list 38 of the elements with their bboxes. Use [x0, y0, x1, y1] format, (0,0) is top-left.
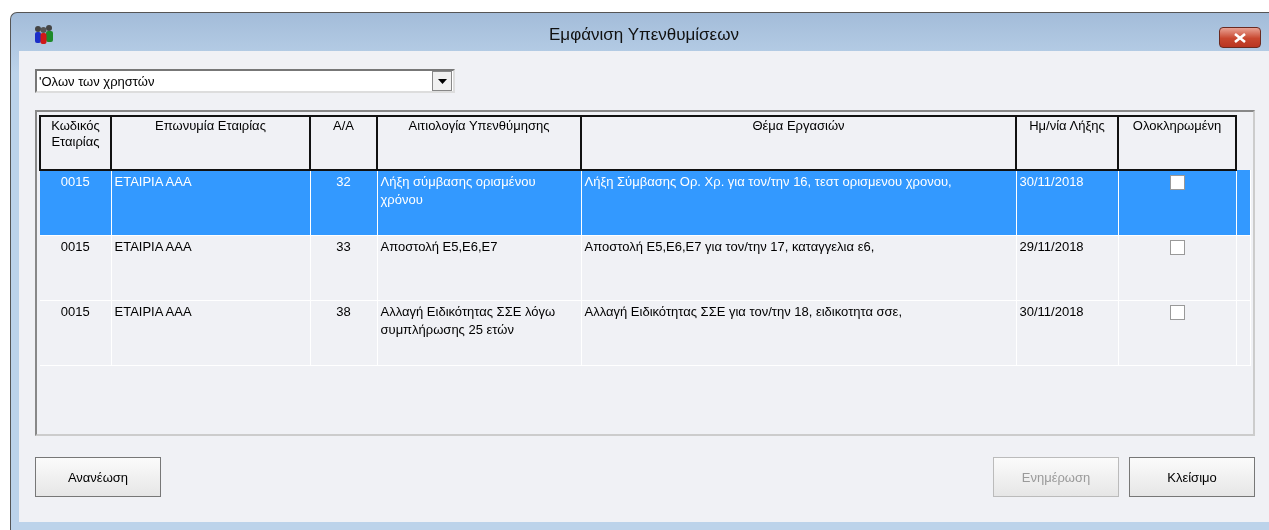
table-cell: ΕΤΑΙΡΙΑ ΑΑΑ [114, 174, 192, 189]
table-cell: Αλλαγή Ειδικότητας ΣΣΕ για τον/την 18, ειδικοτητα σσε, [584, 304, 903, 319]
table-cell: 29/11/2018 [1019, 239, 1084, 254]
table-row[interactable]: 0015 ΕΤΑΙΡΙΑ ΑΑΑ 33 Αποστολή Ε5,Ε6,Ε7 Αποστολή Ε5,Ε6,Ε7 για τον/την 17, καταγγελια ε6, 29/11/2018 [40, 235, 1251, 301]
column-header[interactable]: Α/Α [310, 116, 377, 170]
column-header[interactable]: Θέμα Εργασιών [581, 116, 1016, 170]
table-cell: 0015 [60, 174, 90, 189]
table-cell: Αποστολή Ε5,Ε6,Ε7 [380, 239, 498, 254]
close-dialog-button[interactable]: Κλείσιμο [1129, 457, 1255, 497]
user-filter-dropdown[interactable]: 'Ολων των χρηστών [35, 69, 455, 93]
window-title: Εμφάνιση Υπενθυμίσεων [548, 25, 740, 45]
people-icon [33, 24, 55, 44]
column-header[interactable]: Αιτιολογία Υπενθύμησης [377, 116, 581, 170]
table-row[interactable]: 0015 ΕΤΑΙΡΙΑ ΑΑΑ 38 Αλλαγή Ειδικότητας ΣΣΕ λόγω συμπλήρωσης 25 ετών Αλλαγή Ειδικότητας ΣΣΕ για τον/την 18, ειδικοτητα σσε, 30/11/2018 [40, 300, 1251, 366]
column-header[interactable]: Επωνυμία Εταιρίας [111, 116, 310, 170]
table-cell: 38 [336, 304, 351, 319]
checkbox[interactable] [1169, 175, 1185, 190]
close-button[interactable] [1219, 27, 1261, 48]
table-cell: Λήξη Σύμβασης Ορ. Χρ. για τον/την 16, τεστ ορισμενου χρονου, [584, 174, 952, 189]
table-cell: Λήξη σύμβασης ορισμένου χρόνου [380, 174, 536, 207]
column-header[interactable]: Ημ/νία Λήξης [1016, 116, 1118, 170]
table-cell: 30/11/2018 [1019, 304, 1084, 319]
table-cell: 0015 [60, 239, 90, 254]
column-header[interactable]: Κωδικός Εταιρίας [40, 116, 111, 170]
table-cell: 33 [336, 239, 351, 254]
table-cell: 30/11/2018 [1019, 174, 1084, 189]
table-cell: 32 [336, 174, 351, 189]
table-cell: Αποστολή Ε5,Ε6,Ε7 για τον/την 17, καταγγελια ε6, [584, 239, 875, 254]
table-cell: ΕΤΑΙΡΙΑ ΑΑΑ [114, 304, 192, 319]
close-icon [1233, 32, 1247, 43]
table-cell: Αλλαγή Ειδικότητας ΣΣΕ λόγω συμπλήρωσης 25 ετών [380, 304, 556, 337]
checkbox[interactable] [1169, 240, 1185, 255]
table-cell: 0015 [60, 304, 90, 319]
column-header[interactable]: Ολοκληρωμένη [1118, 116, 1236, 170]
checkbox[interactable] [1169, 305, 1185, 320]
table-cell: ΕΤΑΙΡΙΑ ΑΑΑ [114, 239, 192, 254]
refresh-button[interactable]: Ανανέωση [35, 457, 161, 497]
dropdown-arrow-icon [437, 78, 447, 84]
